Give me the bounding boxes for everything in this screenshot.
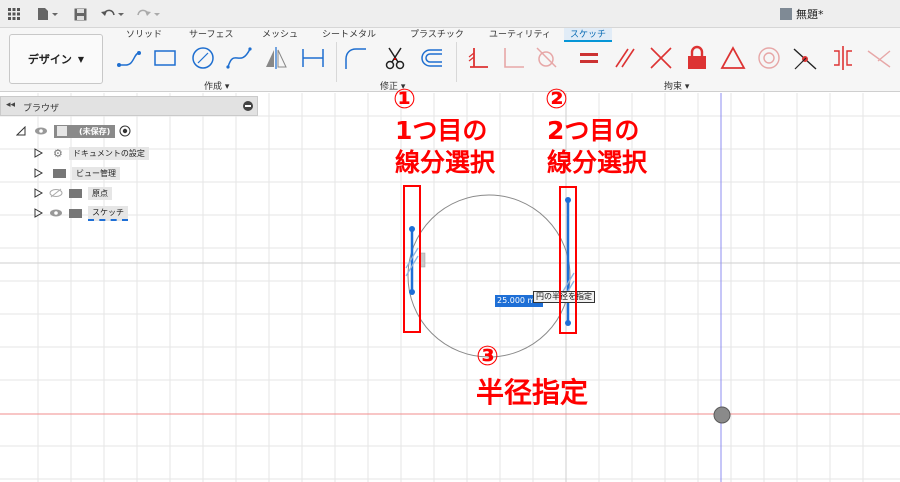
step1-line2: 線分選択 xyxy=(395,148,496,177)
chevron-down-icon: ▼ xyxy=(77,54,85,64)
perpendicular-constraint-icon[interactable] xyxy=(500,45,526,71)
horizontal-vertical-constraint-icon[interactable] xyxy=(466,45,492,71)
ribbon-divider xyxy=(336,42,337,82)
trim-scissors-icon[interactable] xyxy=(382,45,408,71)
tab-plastic[interactable]: プラスチック xyxy=(410,28,464,42)
browser-item-named-views[interactable]: ビュー管理 xyxy=(34,166,120,180)
parallel-constraint-icon[interactable] xyxy=(612,45,638,71)
group-constraint-label[interactable]: 拘束 ▾ xyxy=(664,79,689,92)
browser-item-origin[interactable]: 原点 xyxy=(34,186,112,200)
browser-root-row[interactable]: (未保存) xyxy=(16,124,131,138)
document-title-text: 無題* xyxy=(796,8,824,21)
browser-item-document-settings[interactable]: ⚙ ドキュメントの設定 xyxy=(34,146,149,160)
equal-constraint-icon[interactable] xyxy=(576,45,602,71)
document-cube-icon xyxy=(780,8,792,20)
browser-title: ブラウザ xyxy=(23,104,60,114)
folder-icon xyxy=(69,188,82,198)
ribbon-divider xyxy=(456,42,457,82)
group-constraint-text: 拘束 xyxy=(664,82,683,92)
browser-item-label: 原点 xyxy=(88,186,112,200)
save-icon[interactable] xyxy=(72,4,88,24)
tab-mesh[interactable]: メッシュ xyxy=(262,28,298,42)
eye-icon[interactable] xyxy=(49,208,63,218)
expand-triangle-icon[interactable] xyxy=(34,188,43,198)
browser-item-label: ドキュメントの設定 xyxy=(68,146,149,160)
origin-point-icon[interactable] xyxy=(713,406,731,424)
browser-item-label: スケッチ xyxy=(88,205,128,221)
root-component-label: (未保存) xyxy=(79,126,111,136)
browser-header[interactable]: ◂◂ ブラウザ xyxy=(0,96,258,116)
tab-sketch[interactable]: スケッチ xyxy=(564,28,613,42)
tab-sheet-metal[interactable]: シートメタル xyxy=(322,28,376,42)
panel-toggle-icon[interactable] xyxy=(243,101,253,111)
browser-item-label: ビュー管理 xyxy=(72,166,120,180)
group-create-label[interactable]: 作成 ▾ xyxy=(204,79,229,92)
eye-icon[interactable] xyxy=(34,126,48,136)
hidden-eye-icon[interactable] xyxy=(49,188,63,198)
browser-panel: ◂◂ ブラウザ (未保存) ⚙ ドキュメントの設定 ビュー管理 原点 スケッチ xyxy=(0,96,258,226)
group-create-text: 作成 xyxy=(204,82,223,92)
step1-line1: 1つ目の xyxy=(395,116,488,145)
browser-item-sketches[interactable]: スケッチ xyxy=(34,205,128,221)
expand-triangle-icon[interactable] xyxy=(34,208,43,218)
application-bar: 無題* xyxy=(0,0,900,28)
expand-triangle-icon[interactable] xyxy=(34,148,43,158)
fix-lock-icon[interactable] xyxy=(684,45,710,71)
undo-icon[interactable] xyxy=(98,4,126,24)
symmetry-constraint-icon[interactable] xyxy=(830,45,856,71)
step3-marker: ③ xyxy=(476,341,499,372)
folder-icon xyxy=(69,208,82,218)
collapse-icon[interactable]: ◂◂ xyxy=(6,100,15,110)
line-tool-icon[interactable] xyxy=(116,45,142,71)
expand-triangle-icon[interactable] xyxy=(16,126,26,136)
perpendicular-x-constraint-icon[interactable] xyxy=(648,45,674,71)
mirror-tool-icon[interactable] xyxy=(263,45,289,71)
fillet-tool-icon[interactable] xyxy=(342,45,368,71)
step1-marker: ① xyxy=(393,84,416,115)
step3-line1: 半径指定 xyxy=(476,376,589,409)
offset-tool-icon[interactable] xyxy=(418,45,444,71)
step2-line2: 線分選択 xyxy=(547,148,648,177)
midpoint-constraint-icon[interactable] xyxy=(720,45,746,71)
folder-icon xyxy=(53,168,66,178)
curvature-constraint-icon[interactable] xyxy=(866,45,892,71)
document-title[interactable]: 無題* xyxy=(780,6,824,22)
file-menu-icon[interactable] xyxy=(34,4,60,24)
tab-solid[interactable]: ソリッド xyxy=(126,28,162,42)
toolbar-ribbon: デザイン ▼ ソリッド サーフェス メッシュ シートメタル プラスチック ユーテ… xyxy=(0,28,900,92)
tab-utility[interactable]: ユーティリティ xyxy=(489,28,551,42)
selection-highlight-box-1 xyxy=(403,185,421,333)
component-icon xyxy=(57,126,67,136)
tab-surface[interactable]: サーフェス xyxy=(189,28,233,42)
rectangle-tool-icon[interactable] xyxy=(152,45,178,71)
circle-tool-icon[interactable] xyxy=(190,45,216,71)
expand-triangle-icon[interactable] xyxy=(34,168,43,178)
workspace-label: デザイン xyxy=(27,53,72,66)
activate-radio-icon[interactable] xyxy=(119,125,131,137)
redo-icon[interactable] xyxy=(134,4,162,24)
tangent-constraint-icon[interactable] xyxy=(534,45,560,71)
coincident-constraint-icon[interactable] xyxy=(792,45,818,71)
spline-tool-icon[interactable] xyxy=(226,45,252,71)
concentric-constraint-icon[interactable] xyxy=(756,45,782,71)
selection-highlight-box-2 xyxy=(559,186,577,334)
dimension-tool-icon[interactable] xyxy=(300,45,326,71)
workspace-switcher-button[interactable]: デザイン ▼ xyxy=(9,34,103,84)
app-grid-icon[interactable] xyxy=(6,4,22,24)
step2-line1: 2つ目の xyxy=(547,116,640,145)
gear-icon: ⚙ xyxy=(53,146,63,160)
step2-marker: ② xyxy=(545,84,568,115)
sketch-circle-preview xyxy=(407,194,571,358)
